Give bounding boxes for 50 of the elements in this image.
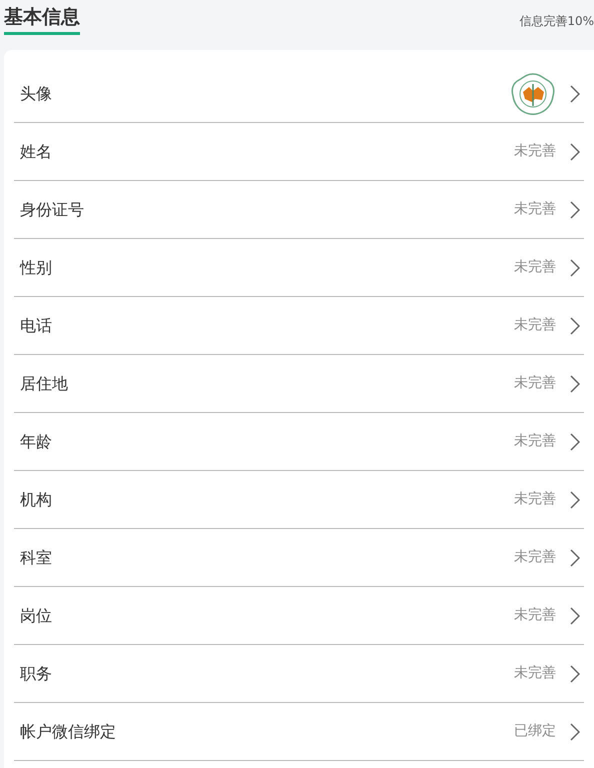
chevron-right-icon: [570, 432, 580, 450]
chevron-right-icon: [570, 606, 580, 624]
chevron-right-icon: [570, 142, 580, 160]
settings-row[interactable]: 电话 未完善: [14, 297, 584, 355]
row-value: 未完善: [514, 316, 556, 335]
chevron-right-icon: [570, 200, 580, 218]
chevron-right-icon: [570, 548, 580, 566]
settings-row[interactable]: 岗位 未完善: [14, 587, 584, 645]
settings-row[interactable]: 身份证号 未完善: [14, 181, 584, 239]
row-value: 未完善: [514, 142, 556, 161]
chevron-right-icon: [570, 664, 580, 682]
row-label: 姓名: [20, 140, 53, 162]
chevron-right-icon: [570, 490, 580, 508]
row-value: 未完善: [514, 548, 556, 567]
row-value: 未完善: [514, 200, 556, 219]
row-label: 岗位: [20, 604, 53, 626]
chevron-right-icon: [570, 722, 580, 740]
settings-row[interactable]: 职务 未完善: [14, 645, 584, 703]
row-value: 未完善: [514, 432, 556, 451]
row-label: 电话: [20, 314, 53, 336]
chevron-right-icon: [570, 374, 580, 392]
settings-row[interactable]: 姓名 未完善: [14, 123, 584, 181]
row-label: 头像: [20, 82, 53, 104]
chevron-right-icon: [570, 316, 580, 334]
row-label: 帐户微信绑定: [20, 720, 117, 742]
section-title: 基本信息: [4, 0, 80, 35]
row-value: 未完善: [514, 664, 556, 683]
settings-row[interactable]: 机构 未完善: [14, 471, 584, 529]
completion-text: 信息完善10%: [519, 13, 594, 30]
row-label: 科室: [20, 546, 53, 568]
row-value: 未完善: [514, 606, 556, 625]
row-label: 年龄: [20, 430, 53, 452]
row-value: 未完善: [514, 490, 556, 509]
settings-row[interactable]: 性别 未完善: [14, 239, 584, 297]
row-value: 未完善: [514, 258, 556, 277]
row-label: 职务: [20, 662, 53, 684]
row-label: 身份证号: [20, 198, 85, 220]
row-value: 已绑定: [514, 722, 556, 741]
settings-row[interactable]: 年龄 未完善: [14, 413, 584, 471]
row-label: 居住地: [20, 372, 69, 394]
settings-row[interactable]: 帐户微信绑定 已绑定: [14, 703, 584, 761]
row-label: 性别: [20, 256, 53, 278]
row-value: 未完善: [514, 374, 556, 393]
settings-row[interactable]: 科室 未完善: [14, 529, 584, 587]
settings-row[interactable]: 居住地 未完善: [14, 355, 584, 413]
logo-icon: [510, 72, 556, 116]
settings-row[interactable]: 头像: [14, 65, 584, 123]
row-label: 机构: [20, 488, 53, 510]
chevron-right-icon: [570, 84, 580, 102]
chevron-right-icon: [570, 258, 580, 276]
